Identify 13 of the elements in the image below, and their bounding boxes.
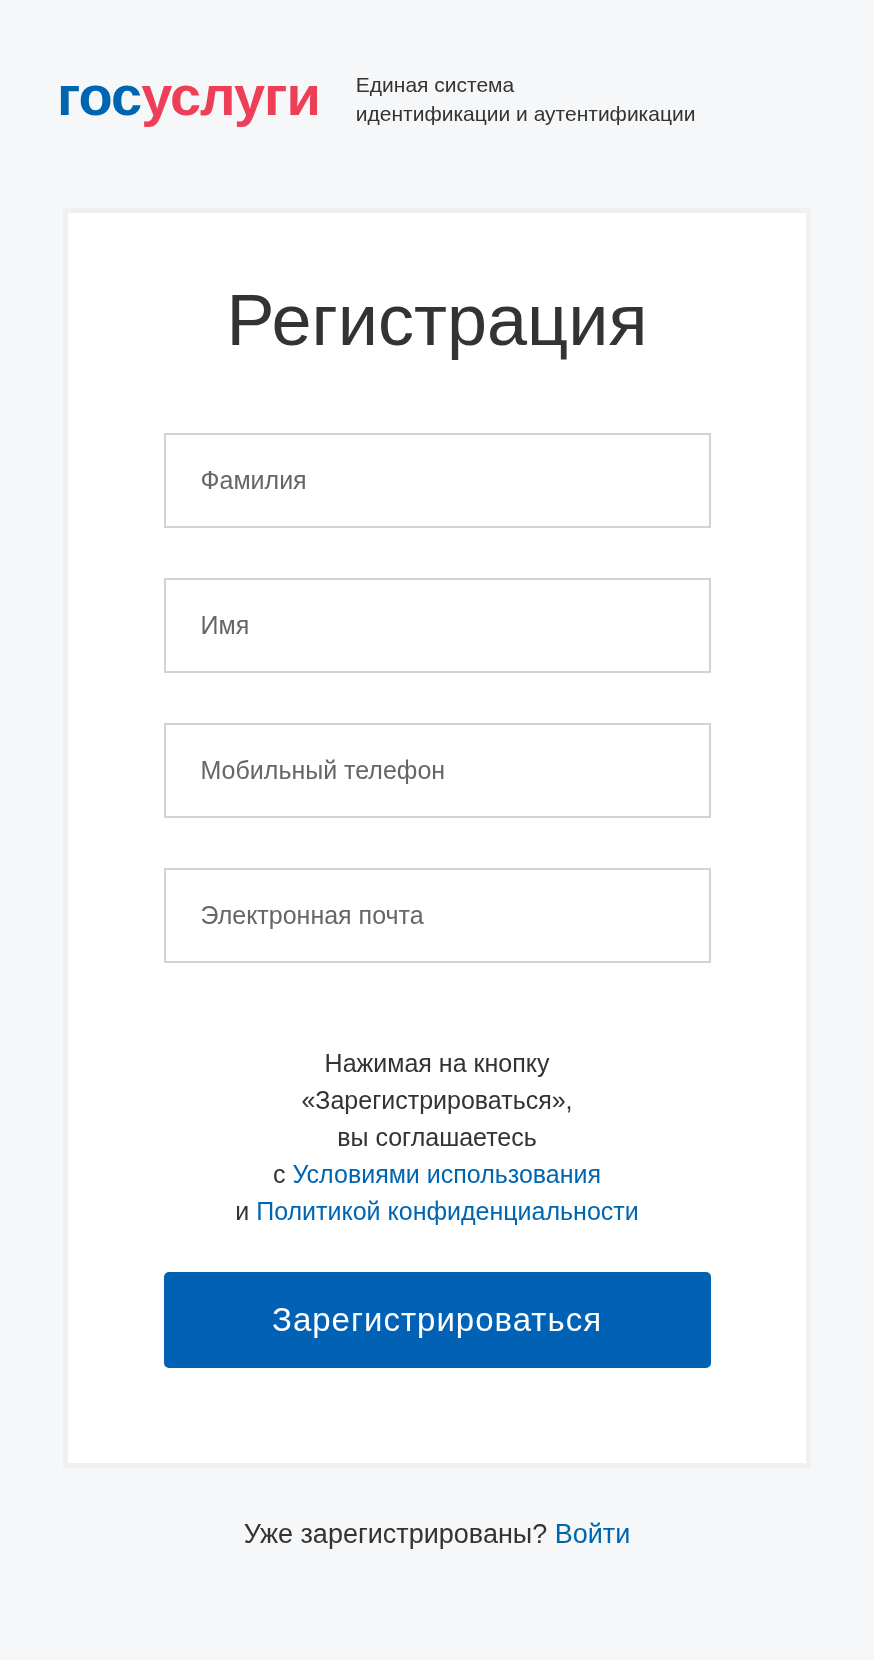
footer-text: Уже зарегистрированы? [243, 1519, 548, 1549]
consent-link[interactable]: Условиями использования [292, 1160, 602, 1188]
tagline: Единая система идентификации и аутентификации [355, 72, 696, 127]
login-link[interactable]: Войти [554, 1519, 631, 1549]
input-field[interactable]: Мобильный телефон [163, 723, 711, 818]
input-field[interactable]: Фамилия [163, 433, 711, 528]
input-field[interactable]: Электронная почта [163, 868, 711, 963]
consent-text: Нажимая на кнопку «Зарегистрироваться», вы соглашаетесь с Условиями использования и Политикой конфиденциальности [235, 1048, 639, 1227]
consent-link[interactable]: Политикой конфиденциальности [256, 1197, 639, 1225]
logo: госуслуги [57, 68, 320, 129]
register-button[interactable]: Зарегистрироваться [163, 1272, 711, 1368]
input-field[interactable]: Имя [163, 578, 711, 673]
form-title: Регистрация [226, 279, 648, 362]
